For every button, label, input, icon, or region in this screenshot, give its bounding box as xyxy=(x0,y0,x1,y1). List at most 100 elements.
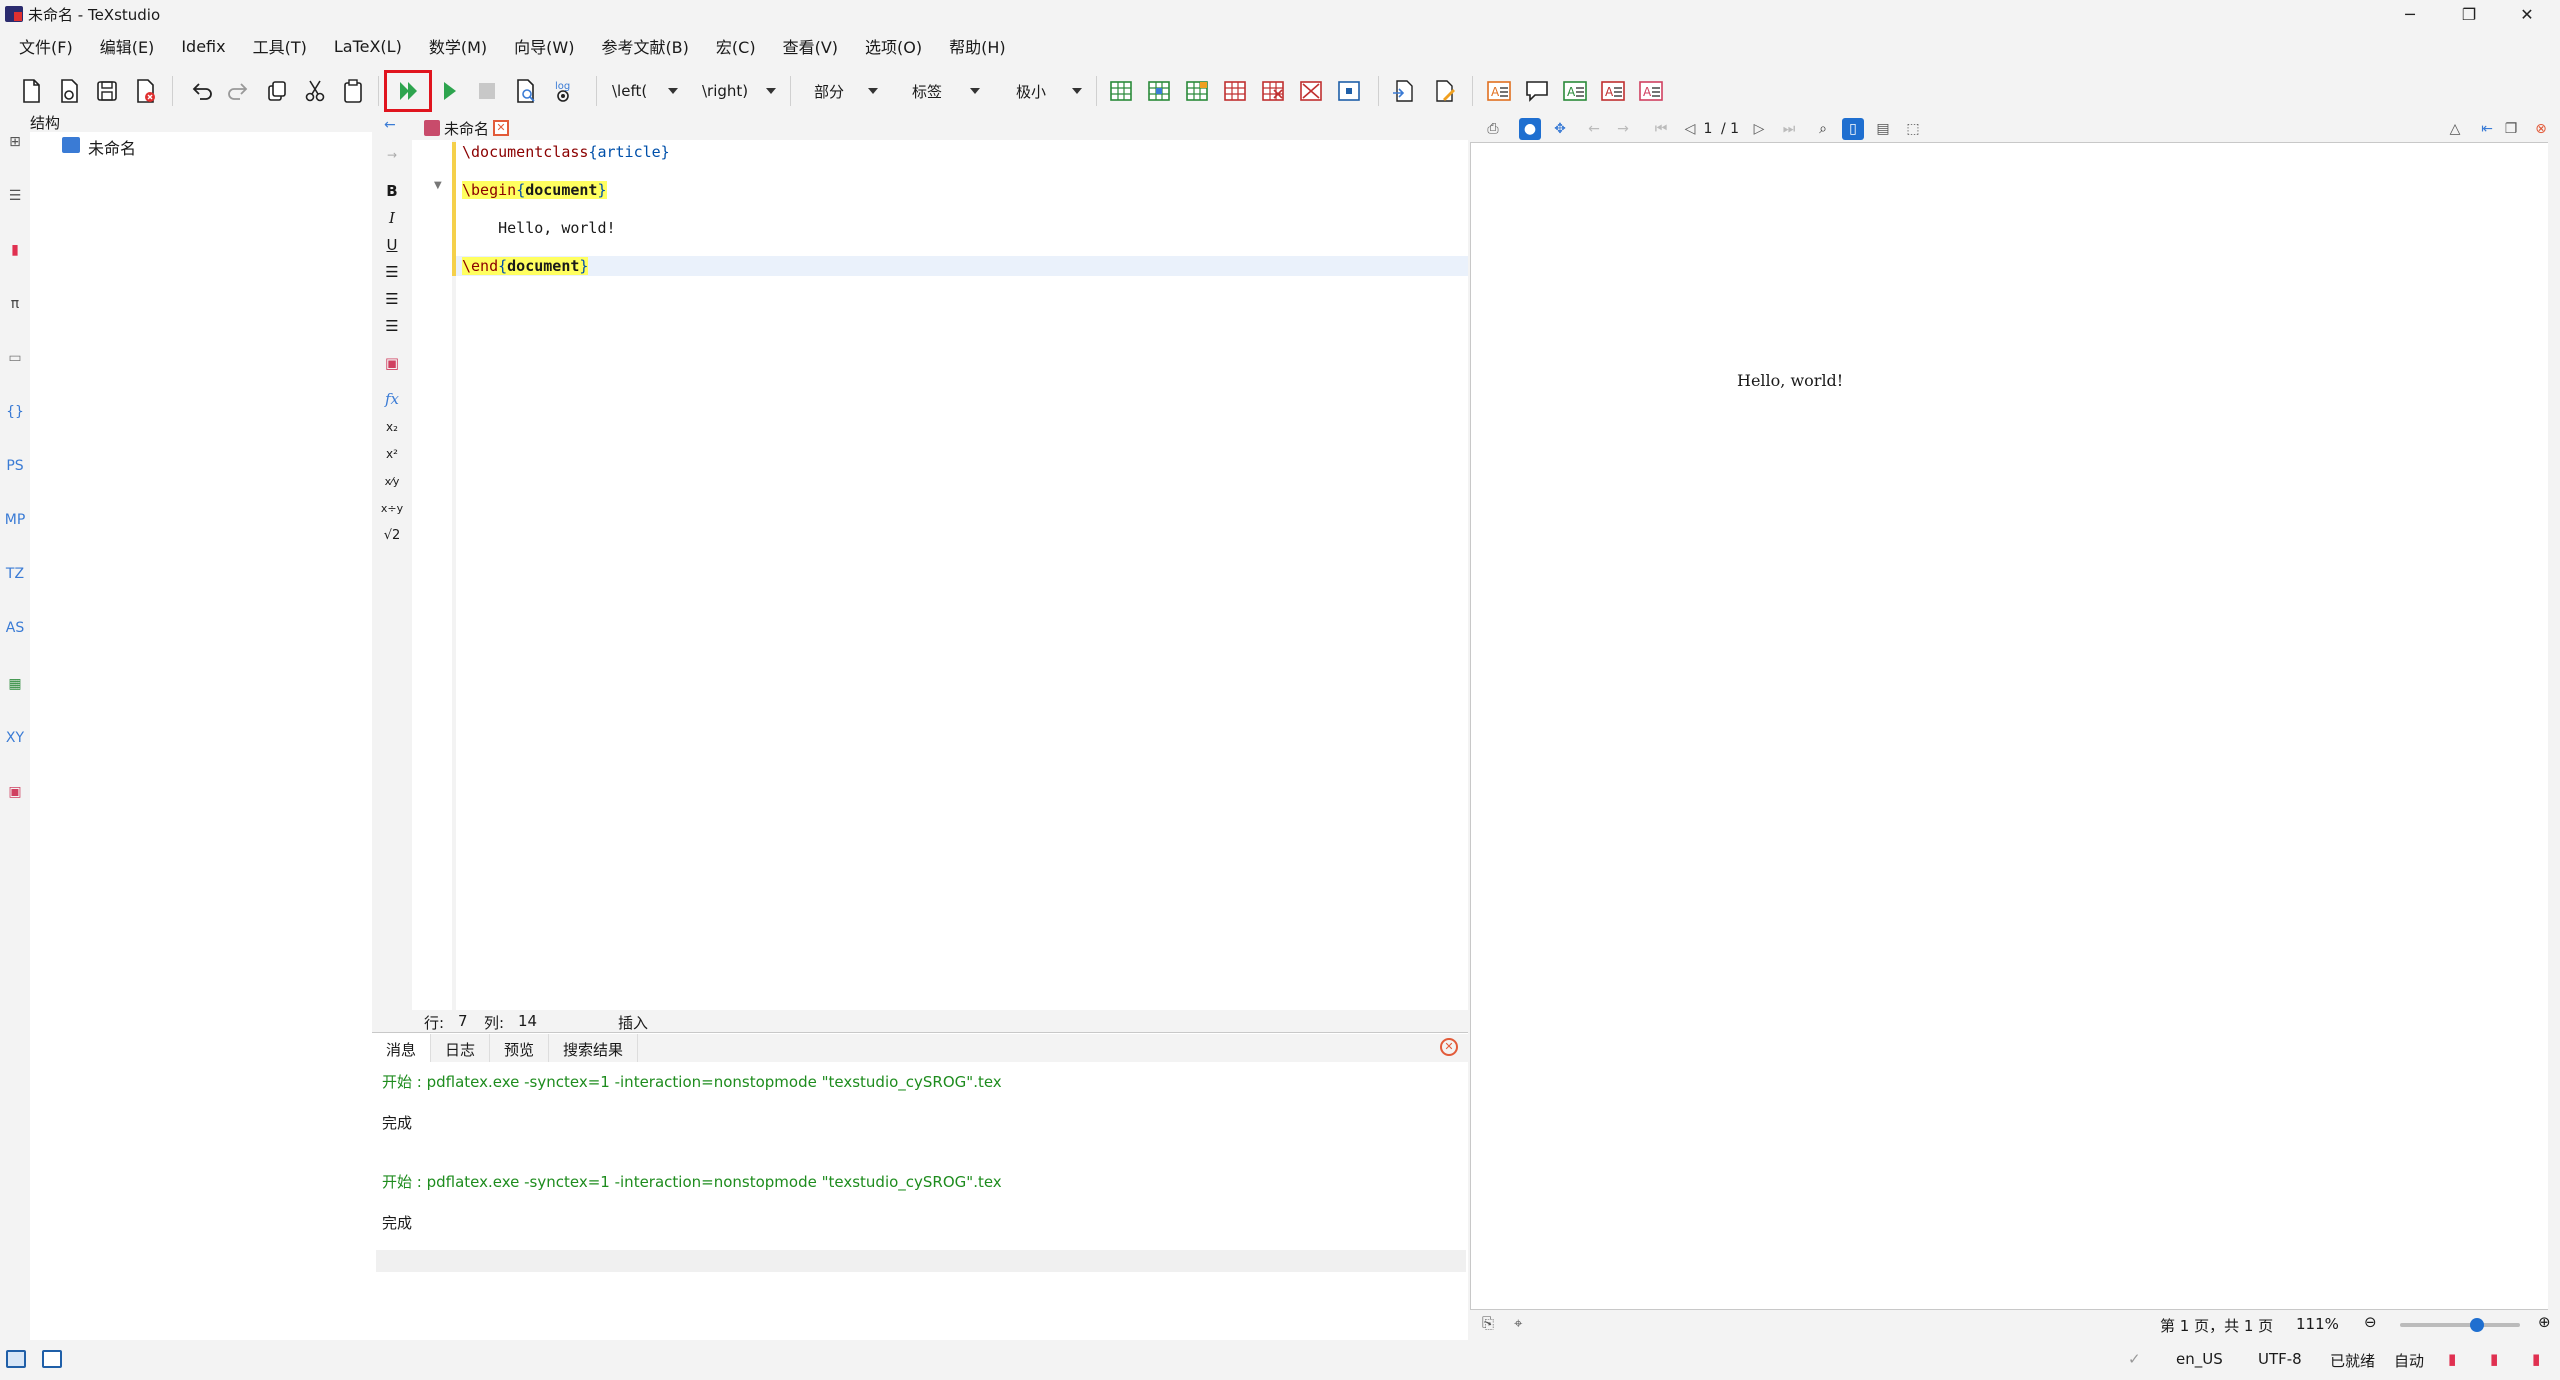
encoding-select[interactable]: UTF-8 xyxy=(2258,1350,2302,1368)
edit-file-icon[interactable] xyxy=(1428,74,1462,108)
bookmark-icon[interactable]: ▮ xyxy=(3,238,27,262)
bookmark-red-icon[interactable]: ▮ xyxy=(2448,1350,2456,1368)
sync-from-cursor-icon[interactable]: ⎘ xyxy=(1482,1314,1494,1332)
code-line-2[interactable]: \begin{document} xyxy=(462,181,607,199)
text-a-pink-icon[interactable]: A xyxy=(1634,74,1668,108)
right-delimiter-select[interactable]: \right) xyxy=(702,76,780,106)
dfrac-icon[interactable]: x÷y xyxy=(380,497,404,519)
close-file-icon[interactable] xyxy=(128,74,162,108)
fit-window-icon[interactable]: ⬚ xyxy=(1902,118,1924,140)
comment-icon[interactable] xyxy=(1520,74,1554,108)
structure-root-item[interactable]: 未命名 xyxy=(88,135,136,159)
section-select[interactable]: 部分 xyxy=(814,76,882,106)
code-line-4[interactable]: \end{document} xyxy=(462,257,589,275)
zoom-slider[interactable] xyxy=(2400,1323,2520,1327)
close-tab-icon[interactable]: ✕ xyxy=(493,120,510,136)
editor-tab[interactable]: 未命名 ✕ xyxy=(424,116,524,140)
braces-icon[interactable]: {} xyxy=(3,400,27,424)
asymptote-icon[interactable]: AS xyxy=(3,616,27,640)
single-page-icon[interactable]: ▯ xyxy=(1842,118,1864,140)
underline-button[interactable]: U xyxy=(380,234,404,256)
folder-icon[interactable]: ▭ xyxy=(3,346,27,370)
math-symbols-icon[interactable]: π xyxy=(3,292,27,316)
minimize-button[interactable]: ─ xyxy=(2381,0,2439,28)
back-arrow-icon[interactable]: ← xyxy=(384,117,396,133)
auto-status[interactable]: 自动 xyxy=(2394,1350,2424,1371)
new-line-icon[interactable]: ▣ xyxy=(380,352,404,374)
insert-file-icon[interactable] xyxy=(1386,74,1420,108)
table-template-icon[interactable]: ▦ xyxy=(3,672,27,696)
zoom-slider-handle[interactable] xyxy=(2470,1318,2484,1332)
structure-icon[interactable]: ⊞ xyxy=(3,130,27,154)
remove-column-icon[interactable] xyxy=(1256,74,1290,108)
cut-icon[interactable] xyxy=(298,74,332,108)
menu-tools[interactable]: 工具(T) xyxy=(242,28,323,64)
left-delimiter-select[interactable]: \left( xyxy=(612,76,682,106)
pdf-scrollbar[interactable] xyxy=(2548,142,2560,1310)
label-select[interactable]: 标签 xyxy=(912,76,984,106)
tikz-icon[interactable]: TZ xyxy=(3,562,27,586)
bookmark-next-icon[interactable]: ▮ xyxy=(2532,1350,2540,1368)
bold-button[interactable]: B xyxy=(380,180,404,202)
spellcheck-icon[interactable]: ✓ xyxy=(2128,1350,2141,1368)
subscript-button[interactable]: x₂ xyxy=(380,416,404,438)
add-row-icon[interactable] xyxy=(1142,74,1176,108)
align-left-icon[interactable]: ☰ xyxy=(380,261,404,283)
forward-icon[interactable]: → xyxy=(1612,118,1634,140)
add-column-icon[interactable] xyxy=(1180,74,1214,108)
new-file-icon[interactable] xyxy=(14,74,48,108)
sqrt-button[interactable]: √2 xyxy=(380,524,404,546)
menu-file[interactable]: 文件(F) xyxy=(8,28,89,64)
zoom-out-icon[interactable]: ⊖ xyxy=(2364,1313,2377,1331)
menu-math[interactable]: 数学(M) xyxy=(418,28,503,64)
frac-icon[interactable]: x⁄y xyxy=(380,470,404,492)
text-a-green-icon[interactable]: A xyxy=(1558,74,1592,108)
redo-icon[interactable] xyxy=(222,74,256,108)
sync-source-icon[interactable]: ⎙ xyxy=(1482,118,1504,140)
tab-log[interactable]: 日志 xyxy=(431,1034,491,1062)
menu-options[interactable]: 选项(O) xyxy=(854,28,938,64)
xy-icon[interactable]: XY xyxy=(3,726,27,750)
search-icon[interactable]: ⌕ xyxy=(1812,118,1834,140)
zoom-in-icon[interactable]: ⊕ xyxy=(2538,1313,2551,1331)
view-pdf-icon[interactable] xyxy=(508,74,542,108)
pan-icon[interactable]: ✥ xyxy=(1549,118,1571,140)
pstricks-icon[interactable]: PS xyxy=(3,454,27,478)
table-align-icon[interactable] xyxy=(1332,74,1366,108)
menu-wizards[interactable]: 向导(W) xyxy=(503,28,590,64)
align-right-icon[interactable]: ☰ xyxy=(380,315,404,337)
close-messages-icon[interactable]: ✕ xyxy=(1440,1038,1458,1056)
tab-search-results[interactable]: 搜索结果 xyxy=(549,1034,639,1062)
text-a-orange-icon[interactable]: A xyxy=(1482,74,1516,108)
embed-icon[interactable]: ⇤ xyxy=(2476,118,2498,140)
message-input[interactable] xyxy=(376,1250,1466,1272)
menu-idefix[interactable]: Idefix xyxy=(170,28,241,64)
save-icon[interactable] xyxy=(90,74,124,108)
copy-icon[interactable] xyxy=(260,74,294,108)
undo-icon[interactable] xyxy=(184,74,218,108)
zoom-level[interactable]: 111% xyxy=(2296,1315,2339,1333)
toggle-structure-icon[interactable] xyxy=(6,1350,26,1368)
delete-table-icon[interactable] xyxy=(1294,74,1328,108)
insert-mode[interactable]: 插入 xyxy=(618,1012,648,1033)
view-log-icon[interactable]: log xyxy=(546,74,580,108)
bookmark-prev-icon[interactable]: ▮ xyxy=(2490,1350,2498,1368)
compile-icon[interactable] xyxy=(432,74,466,108)
toc-icon[interactable]: ☰ xyxy=(3,184,27,208)
menu-help[interactable]: 帮助(H) xyxy=(938,28,1022,64)
open-file-icon[interactable] xyxy=(52,74,86,108)
toggle-messages-icon[interactable] xyxy=(42,1350,62,1368)
menu-latex[interactable]: LaTeX(L) xyxy=(323,28,418,64)
back-icon[interactable]: ← xyxy=(1583,118,1605,140)
align-center-icon[interactable]: ☰ xyxy=(380,288,404,310)
text-a-red-icon[interactable]: A xyxy=(1596,74,1630,108)
fold-marker-icon[interactable]: ▼ xyxy=(434,180,442,191)
last-page-icon[interactable]: ⏭ xyxy=(1778,118,1800,140)
paste-icon[interactable] xyxy=(336,74,370,108)
window-icon[interactable]: ❐ xyxy=(2500,118,2522,140)
first-page-icon[interactable]: ⏮ xyxy=(1650,118,1672,140)
prev-page-icon[interactable]: ◁ xyxy=(1679,118,1701,140)
collapse-icon[interactable]: △ xyxy=(2444,118,2466,140)
page-number-input[interactable]: 1 xyxy=(1702,118,1714,140)
menu-bibliography[interactable]: 参考文献(B) xyxy=(590,28,704,64)
